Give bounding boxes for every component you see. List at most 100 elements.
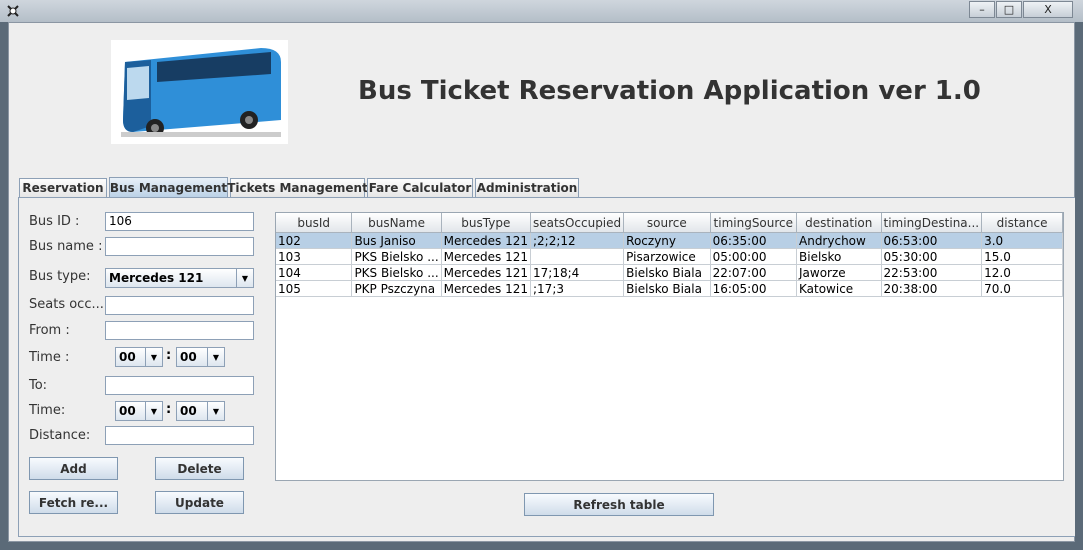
table-cell: Bielsko Biala bbox=[623, 264, 711, 281]
time-source-minute-value: 00 bbox=[180, 350, 197, 364]
table-cell: ;2;2;12 bbox=[530, 232, 625, 249]
fetch-record-button[interactable]: Fetch re... bbox=[29, 491, 118, 514]
distance-field[interactable] bbox=[105, 426, 254, 445]
time-destination-minute-value: 00 bbox=[180, 404, 197, 418]
bus-id-label: Bus ID : bbox=[29, 214, 80, 229]
bus-data-table: busId busName busType seatsOccupied sour… bbox=[276, 213, 1063, 297]
title-bar: – □ X bbox=[0, 0, 1083, 22]
table-row[interactable]: 105 PKP Pszczyna Mercedes 121 ;17;3 Biel… bbox=[276, 280, 1063, 297]
table-cell: Roczyny bbox=[623, 232, 711, 249]
distance-label: Distance: bbox=[29, 428, 91, 443]
column-header[interactable]: source bbox=[623, 213, 711, 233]
minimize-icon: – bbox=[979, 3, 985, 16]
tab-administration[interactable]: Administration bbox=[475, 178, 579, 197]
add-button[interactable]: Add bbox=[29, 457, 118, 480]
bus-table[interactable]: busId busName busType seatsOccupied sour… bbox=[275, 212, 1064, 481]
table-cell: Bielsko Biala bbox=[623, 280, 711, 297]
table-cell: PKS Bielsko ... bbox=[351, 248, 442, 265]
table-cell: 102 bbox=[276, 232, 353, 249]
time-separator: : bbox=[166, 402, 172, 417]
refresh-table-button[interactable]: Refresh table bbox=[524, 493, 714, 516]
minimize-button[interactable]: – bbox=[969, 1, 995, 18]
bus-type-label: Bus type: bbox=[29, 269, 91, 284]
table-row[interactable]: 102 Bus Janiso Mercedes 121 ;2;2;12 Rocz… bbox=[276, 232, 1063, 249]
table-cell: Katowice bbox=[796, 280, 882, 297]
table-cell: ;17;3 bbox=[530, 280, 625, 297]
seats-occupied-label: Seats occ... bbox=[29, 297, 104, 312]
table-cell: 20:38:00 bbox=[881, 280, 983, 297]
table-cell: Mercedes 121 bbox=[441, 280, 532, 297]
table-cell: 103 bbox=[276, 248, 353, 265]
table-cell: PKS Bielsko ... bbox=[351, 264, 442, 281]
app-title: Bus Ticket Reservation Application ver 1… bbox=[358, 76, 981, 106]
time-destination-hour-value: 00 bbox=[119, 404, 136, 418]
table-cell: 16:05:00 bbox=[710, 280, 798, 297]
time-source-minute-select[interactable]: 00 ▼ bbox=[176, 347, 225, 367]
seats-occupied-field[interactable] bbox=[105, 296, 254, 315]
time-destination-label: Time: bbox=[29, 403, 66, 418]
table-cell: 104 bbox=[276, 264, 353, 281]
from-label: From : bbox=[29, 323, 70, 338]
to-field[interactable] bbox=[105, 376, 254, 395]
column-header[interactable]: destination bbox=[796, 213, 882, 233]
close-icon: X bbox=[1044, 3, 1052, 16]
table-cell: Mercedes 121 bbox=[441, 264, 532, 281]
column-header[interactable]: busType bbox=[441, 213, 532, 233]
column-header[interactable]: timingDestina... bbox=[881, 213, 983, 233]
table-cell: 12.0 bbox=[981, 264, 1063, 281]
bus-id-field[interactable]: 106 bbox=[105, 212, 254, 231]
bus-type-select[interactable]: Mercedes 121 ▼ bbox=[105, 268, 254, 288]
bus-name-label: Bus name : bbox=[29, 239, 103, 254]
time-source-label: Time : bbox=[29, 350, 70, 365]
table-cell: Mercedes 121 bbox=[441, 248, 532, 265]
bus-name-field[interactable] bbox=[105, 237, 254, 256]
table-row[interactable]: 103 PKS Bielsko ... Mercedes 121 Pisarzo… bbox=[276, 248, 1063, 265]
table-cell: Bielsko bbox=[796, 248, 882, 265]
maximize-icon: □ bbox=[1003, 3, 1015, 16]
table-cell: 15.0 bbox=[981, 248, 1063, 265]
maximize-button[interactable]: □ bbox=[996, 1, 1022, 18]
column-header[interactable]: busName bbox=[351, 213, 442, 233]
tab-bus-management[interactable]: Bus Management bbox=[109, 177, 228, 198]
chevron-down-icon: ▼ bbox=[207, 348, 224, 366]
tab-reservation[interactable]: Reservation bbox=[19, 178, 107, 197]
column-header[interactable]: timingSource bbox=[710, 213, 798, 233]
table-cell: 22:07:00 bbox=[710, 264, 798, 281]
table-cell: Andrychow bbox=[796, 232, 882, 249]
table-cell: 105 bbox=[276, 280, 353, 297]
table-cell: 3.0 bbox=[981, 232, 1063, 249]
delete-button[interactable]: Delete bbox=[155, 457, 244, 480]
table-row[interactable]: 104 PKS Bielsko ... Mercedes 121 17;18;4… bbox=[276, 264, 1063, 281]
table-cell: 05:00:00 bbox=[710, 248, 798, 265]
table-cell: 06:53:00 bbox=[881, 232, 983, 249]
time-destination-hour-select[interactable]: 00 ▼ bbox=[115, 401, 163, 421]
chevron-down-icon: ▼ bbox=[145, 402, 162, 420]
time-source-hour-value: 00 bbox=[119, 350, 136, 364]
table-cell: 22:53:00 bbox=[881, 264, 983, 281]
chevron-down-icon: ▼ bbox=[207, 402, 224, 420]
column-header[interactable]: distance bbox=[981, 213, 1063, 233]
app-icon bbox=[7, 5, 19, 17]
table-cell: PKP Pszczyna bbox=[351, 280, 442, 297]
table-cell: Mercedes 121 bbox=[441, 232, 532, 249]
update-button[interactable]: Update bbox=[155, 491, 244, 514]
column-header[interactable]: busId bbox=[276, 213, 353, 233]
table-header-row: busId busName busType seatsOccupied sour… bbox=[276, 213, 1063, 233]
table-cell: Jaworze bbox=[796, 264, 882, 281]
time-separator: : bbox=[166, 348, 172, 363]
chevron-down-icon: ▼ bbox=[236, 269, 253, 287]
column-header[interactable]: seatsOccupied bbox=[530, 213, 625, 233]
to-label: To: bbox=[29, 378, 48, 393]
tab-tickets-management[interactable]: Tickets Management bbox=[227, 178, 368, 197]
bus-logo-image bbox=[111, 40, 288, 144]
time-source-hour-select[interactable]: 00 ▼ bbox=[115, 347, 163, 367]
table-cell: 06:35:00 bbox=[710, 232, 798, 249]
close-button[interactable]: X bbox=[1023, 1, 1073, 18]
bus-type-value: Mercedes 121 bbox=[109, 271, 204, 285]
time-destination-minute-select[interactable]: 00 ▼ bbox=[176, 401, 225, 421]
tab-fare-calculator[interactable]: Fare Calculator bbox=[367, 178, 473, 197]
chevron-down-icon: ▼ bbox=[145, 348, 162, 366]
from-field[interactable] bbox=[105, 321, 254, 340]
table-cell: 70.0 bbox=[981, 280, 1063, 297]
table-cell: Bus Janiso bbox=[351, 232, 442, 249]
